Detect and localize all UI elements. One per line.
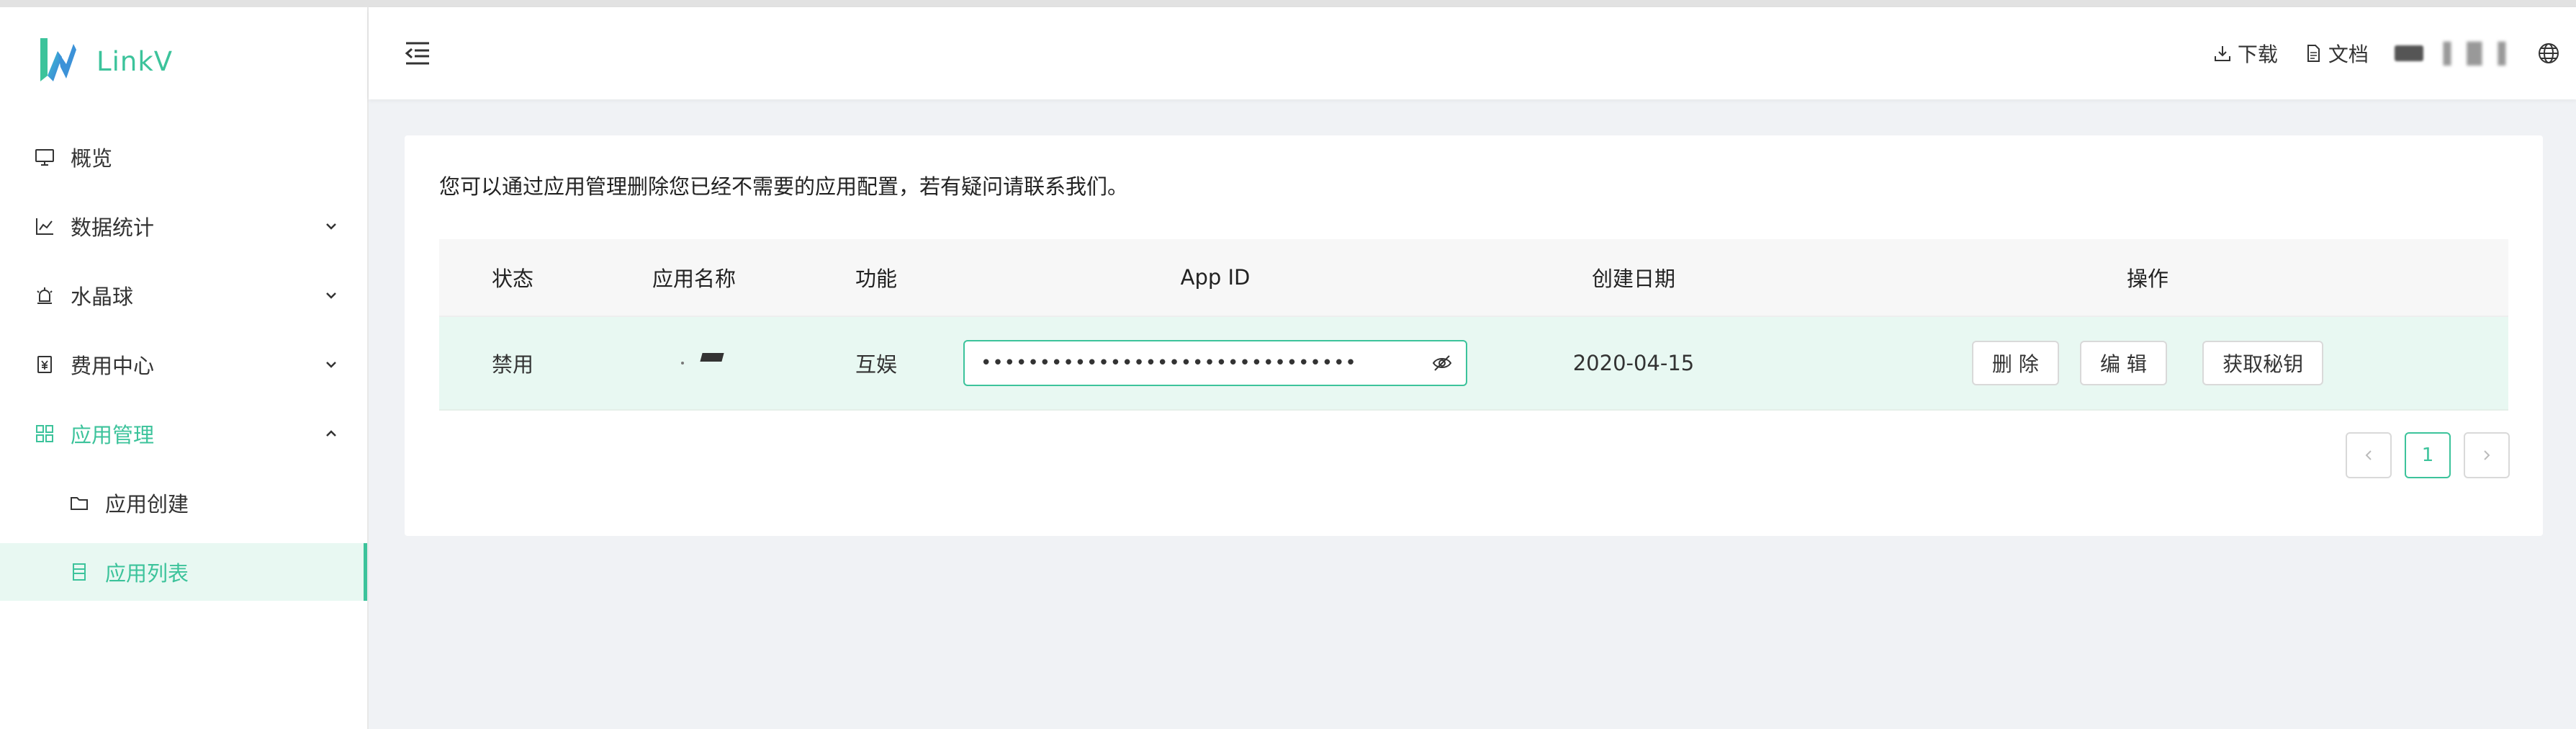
- function-cell: 互娱: [855, 352, 897, 377]
- top-border: [0, 0, 2576, 7]
- sidebar-item-label: 费用中心: [71, 354, 155, 378]
- chevron-left-icon: [2365, 450, 2372, 460]
- sidebar-item-app-management[interactable]: 应用管理: [0, 405, 367, 462]
- redacted-username: ▌▐▌▐: [2443, 41, 2505, 66]
- user-menu-redacted[interactable]: ▌▐▌▐: [2394, 41, 2505, 66]
- table-row: 禁用 互娱 •••••••••••••••••••••••••••••••• 2…: [439, 317, 2508, 411]
- logo[interactable]: LinkV: [36, 29, 173, 94]
- chevron-right-icon: [2484, 450, 2490, 460]
- header-actions: 下载 文档 ▌▐▌▐: [2213, 7, 2576, 99]
- document-icon: [2307, 45, 2320, 62]
- app-table: 状态 应用名称 功能 App ID 创建日期 操作 禁用 互娱 ••••••••…: [439, 239, 2508, 411]
- sidebar-item-label: 应用管理: [71, 423, 155, 447]
- sidebar-item-label: 应用列表: [105, 561, 189, 586]
- grid-icon: [35, 424, 55, 444]
- created-date-cell: 2020-04-15: [1572, 351, 1695, 375]
- prev-page-button[interactable]: [2346, 432, 2392, 478]
- app-id-cell: ••••••••••••••••••••••••••••••••: [950, 340, 1480, 386]
- next-page-button[interactable]: [2464, 432, 2510, 478]
- app-name-cell: [586, 350, 802, 377]
- column-header: 创建日期: [1591, 267, 1675, 291]
- column-header: App ID: [1180, 265, 1251, 290]
- alarm-icon: [35, 285, 55, 305]
- column-header: 功能: [855, 267, 897, 291]
- delete-button[interactable]: 删 除: [1971, 341, 2059, 385]
- actions-cell: 删 除 编 辑 获取秘钥: [1787, 341, 2508, 385]
- download-icon: [2214, 46, 2230, 61]
- sidebar-item-label: 应用创建: [105, 492, 189, 516]
- chevron-down-icon: [326, 223, 336, 230]
- linkv-logo-icon: [40, 38, 76, 81]
- app-list-card: 您可以通过应用管理删除您已经不需要的应用配置，若有疑问请联系我们。 状态 应用名…: [405, 135, 2543, 536]
- eye-invisible-icon[interactable]: [1431, 352, 1453, 374]
- sidebar-item-crystal-ball[interactable]: 水晶球: [0, 267, 367, 324]
- page-1-button[interactable]: 1: [2405, 432, 2451, 478]
- globe-icon: [2539, 43, 2559, 63]
- column-header: 操作: [2126, 267, 2169, 291]
- menu-fold-icon[interactable]: [403, 39, 432, 68]
- download-label: 下载: [2237, 43, 2278, 66]
- top-header: 下载 文档 ▌▐▌▐: [369, 7, 2576, 99]
- chevron-up-icon: [326, 430, 336, 437]
- monitor-icon: [35, 147, 55, 167]
- chevron-down-icon: [326, 292, 336, 299]
- app-id-field[interactable]: ••••••••••••••••••••••••••••••••: [963, 340, 1467, 386]
- avatar: [2394, 45, 2423, 61]
- column-header: 状态: [491, 267, 533, 291]
- download-link[interactable]: 下载: [2213, 39, 2278, 68]
- notice-text: 您可以通过应用管理删除您已经不需要的应用配置，若有疑问请联系我们。: [439, 174, 1129, 199]
- sidebar: LinkV 概览 数据统计 水晶球 费用中心 应用管理 应用创建 应用列表: [0, 7, 369, 729]
- app-id-masked-value: ••••••••••••••••••••••••••••••••: [981, 352, 1357, 374]
- get-secret-button[interactable]: 获取秘钥: [2202, 341, 2324, 385]
- sidebar-item-overview[interactable]: 概览: [0, 128, 367, 186]
- docs-link[interactable]: 文档: [2304, 39, 2369, 68]
- chevron-down-icon: [326, 362, 336, 368]
- sidebar-item-app-create[interactable]: 应用创建: [0, 474, 367, 532]
- sidebar-item-billing[interactable]: 费用中心: [0, 336, 367, 393]
- brand-name: LinkV: [96, 45, 174, 77]
- pagination: 1: [2333, 432, 2510, 478]
- sidebar-item-data-stats[interactable]: 数据统计: [0, 197, 367, 255]
- sidebar-item-label: 数据统计: [71, 215, 155, 240]
- sidebar-item-label: 水晶球: [71, 285, 134, 309]
- docs-label: 文档: [2328, 43, 2369, 66]
- folder-icon: [69, 493, 89, 513]
- status-cell: 禁用: [491, 352, 533, 377]
- sidebar-nav: 概览 数据统计 水晶球 费用中心 应用管理 应用创建 应用列表: [0, 128, 367, 612]
- edit-button[interactable]: 编 辑: [2079, 341, 2167, 385]
- language-switch[interactable]: [2537, 42, 2566, 65]
- redacted-app-name: [665, 350, 724, 372]
- sidebar-item-app-list[interactable]: 应用列表: [0, 543, 367, 601]
- sidebar-item-label: 概览: [71, 146, 113, 171]
- list-icon: [69, 562, 89, 582]
- column-header: 应用名称: [652, 267, 736, 291]
- table-header: 状态 应用名称 功能 App ID 创建日期 操作: [439, 239, 2508, 317]
- yen-doc-icon: [35, 354, 55, 375]
- line-chart-icon: [35, 216, 55, 236]
